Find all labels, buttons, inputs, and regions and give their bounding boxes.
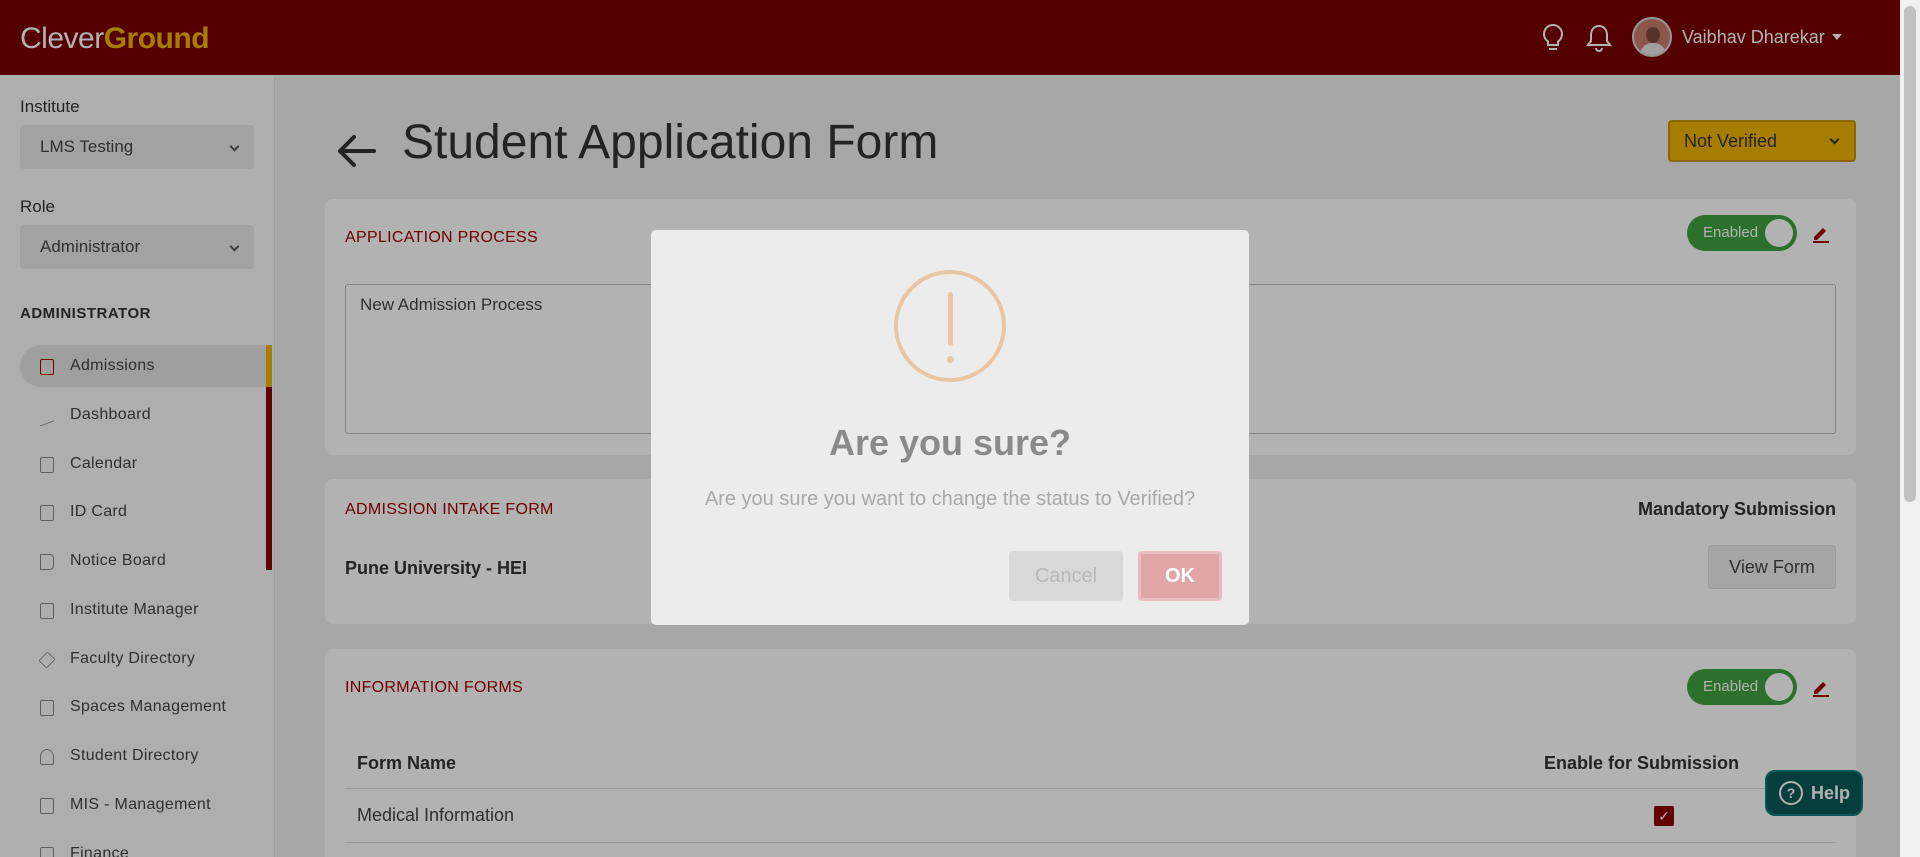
confirm-dialog: Are you sure? Are you sure you want to c… (651, 230, 1249, 625)
warning-icon (894, 270, 1006, 382)
dialog-title: Are you sure? (828, 422, 1072, 463)
cancel-button[interactable]: Cancel (1009, 551, 1123, 601)
page-scrollbar[interactable] (1900, 0, 1920, 857)
page-scrollbar-thumb[interactable] (1904, 6, 1916, 502)
ok-button[interactable]: OK (1138, 551, 1222, 601)
dialog-message: Are you sure you want to change the stat… (704, 488, 1196, 510)
